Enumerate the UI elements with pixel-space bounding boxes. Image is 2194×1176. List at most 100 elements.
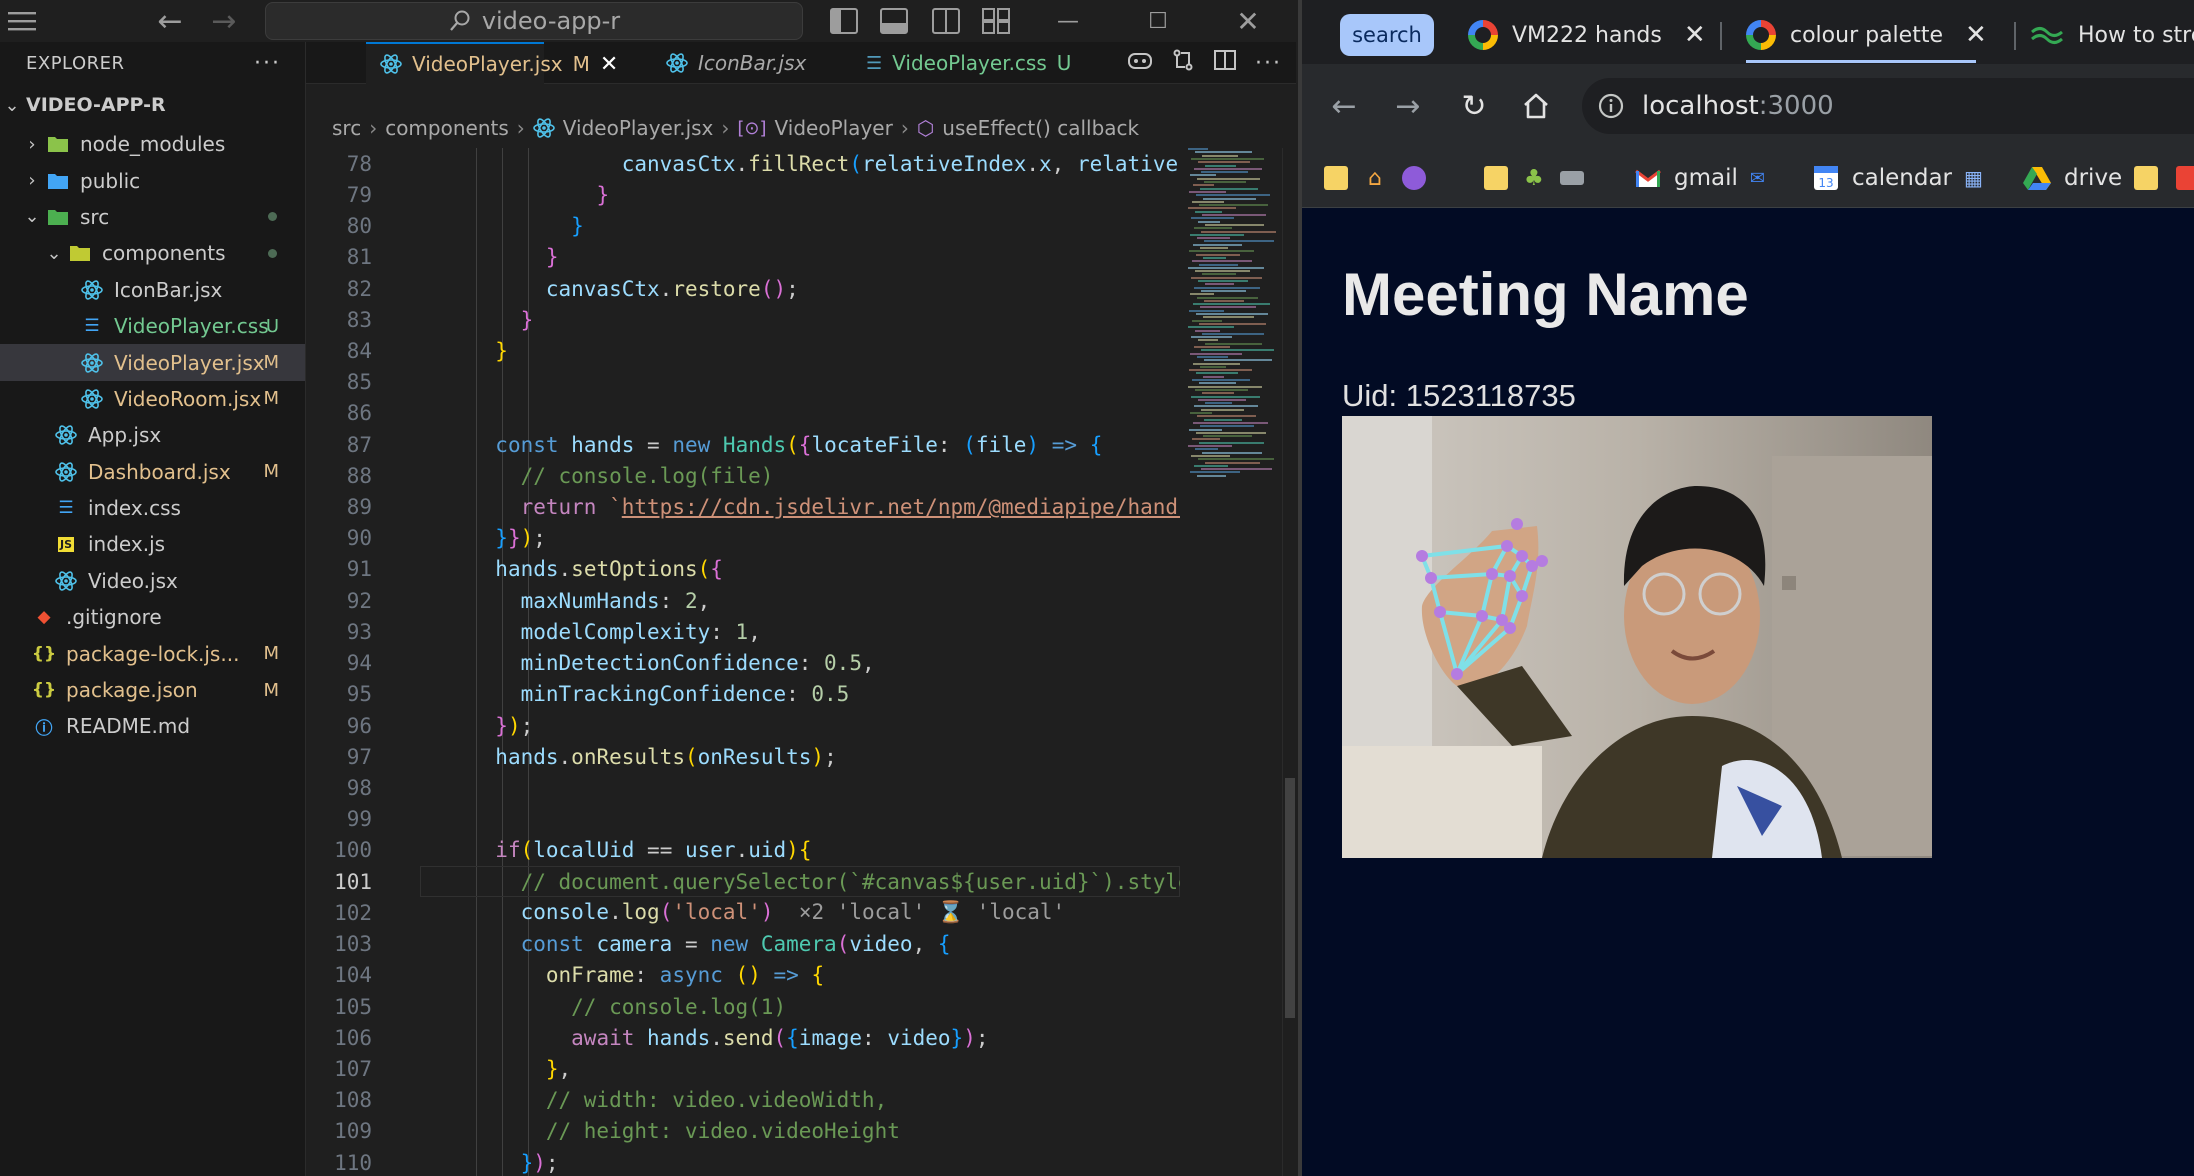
tree-item-components[interactable]: ⌄ components: [0, 235, 305, 271]
back-arrow-icon[interactable]: ←: [150, 4, 190, 39]
tab-videoplayer-jsx[interactable]: VideoPlayer.jsx M ✕: [366, 42, 618, 84]
compare-changes-icon[interactable]: [1171, 48, 1195, 78]
forward-arrow-icon[interactable]: →: [204, 4, 244, 39]
code-text: // console.log(1): [571, 994, 787, 1019]
bookmark-folder-icon[interactable]: [1324, 160, 1348, 196]
root-folder[interactable]: ⌄ VIDEO-APP-R: [0, 84, 305, 126]
tree-item-package-lock-js-[interactable]: {} package-lock.js... M: [0, 635, 305, 671]
menu-icon[interactable]: [2, 4, 42, 38]
toggle-sidebar-icon[interactable]: [824, 4, 864, 38]
code-line: 100 if(localUid == user.uid){: [306, 835, 1180, 866]
tree-item-video-jsx[interactable]: Video.jsx: [0, 563, 305, 599]
line-number: 82: [346, 276, 372, 301]
tree-item-index-js[interactable]: JS index.js: [0, 526, 305, 562]
minimize-icon[interactable]: —: [1038, 0, 1098, 42]
close-tab-icon[interactable]: ✕: [600, 52, 618, 77]
minimap-line: [1201, 171, 1248, 174]
minimap[interactable]: [1182, 148, 1286, 488]
minimap-line: [1192, 438, 1220, 441]
minimap-line: [1200, 306, 1256, 309]
bookmark-plant-icon[interactable]: ♣: [1524, 160, 1544, 196]
tree-item-app-jsx[interactable]: App.jsx: [0, 417, 305, 453]
bookmark-drive[interactable]: drive: [2022, 160, 2159, 196]
code-text: // console.log(file): [520, 463, 774, 488]
tree-item-videoroom-jsx[interactable]: VideoRoom.jsx M: [0, 381, 305, 417]
search-tabs-button[interactable]: search: [1340, 14, 1434, 56]
maximize-icon[interactable]: ☐: [1128, 0, 1188, 42]
split-editor-icon[interactable]: [1213, 48, 1237, 78]
minimap-line: [1189, 309, 1224, 312]
tree-item-iconbar-jsx[interactable]: IconBar.jsx: [0, 272, 305, 308]
command-center[interactable]: video-app-r: [265, 2, 803, 40]
bookmark-tray-icon[interactable]: [1560, 160, 1584, 196]
code-line: 86: [306, 398, 1180, 429]
breadcrumb-file[interactable]: VideoPlayer.jsx: [563, 116, 714, 140]
calendar-icon: 13: [1814, 166, 1838, 190]
forward-arrow-icon[interactable]: →: [1388, 86, 1428, 126]
browser-tab[interactable]: How to stret: [2030, 10, 2194, 60]
breadcrumb-components[interactable]: components: [385, 116, 509, 140]
bookmark-label: drive: [2064, 165, 2123, 191]
toggle-panel-icon[interactable]: [874, 4, 914, 38]
code-line: 104 onFrame: async () => {: [306, 960, 1180, 991]
code-text: }: [596, 182, 610, 207]
minimap-line: [1192, 260, 1252, 263]
toggle-secondary-sidebar-icon[interactable]: [926, 4, 966, 38]
minimap-line: [1202, 332, 1264, 335]
breadcrumb-component[interactable]: VideoPlayer: [775, 116, 893, 140]
home-icon[interactable]: [1516, 86, 1556, 126]
close-tab-icon[interactable]: ✕: [1684, 20, 1706, 50]
editor-scrollbar[interactable]: [1282, 148, 1296, 1176]
tree-item-node-modules[interactable]: › node_modules: [0, 126, 305, 162]
tree-item-package-json[interactable]: {} package.json M: [0, 672, 305, 708]
tree-item-videoplayer-css[interactable]: ☰ VideoPlayer.css U: [0, 308, 305, 344]
tree-item-index-css[interactable]: ☰ index.css: [0, 490, 305, 526]
code-text: }});: [495, 526, 546, 551]
json-icon: {}: [31, 680, 57, 701]
tab-iconbar-jsx[interactable]: IconBar.jsx: [652, 42, 820, 84]
copilot-icon[interactable]: [1127, 49, 1153, 77]
customize-layout-icon[interactable]: [976, 4, 1016, 38]
line-number: 84: [346, 338, 372, 363]
tree-item-public[interactable]: › public: [0, 162, 305, 198]
more-actions-icon[interactable]: ···: [254, 51, 281, 76]
code-line: 107 },: [306, 1053, 1180, 1084]
breadcrumb-callback[interactable]: useEffect() callback: [942, 116, 1139, 140]
tree-item-readme-md[interactable]: ⓘ README.md: [0, 708, 305, 744]
back-arrow-icon[interactable]: ←: [1324, 86, 1364, 126]
line-number: 102: [334, 900, 372, 925]
reload-icon[interactable]: ↻: [1454, 86, 1494, 126]
drive-icon: [2023, 167, 2051, 190]
code-text: modelComplexity: 1,: [520, 619, 761, 644]
line-number: 91: [346, 557, 372, 582]
address-bar[interactable]: localhost:3000: [1582, 78, 2194, 134]
minimap-line: [1200, 187, 1258, 190]
close-window-icon[interactable]: ✕: [1218, 0, 1278, 42]
code-line: 81 }: [306, 242, 1180, 273]
browser-tab-active[interactable]: colour palette ✕: [1746, 10, 1987, 60]
tab-label: VideoPlayer.css: [892, 51, 1047, 75]
tab-videoplayer-css[interactable]: ☰ VideoPlayer.css U: [852, 42, 1085, 84]
more-actions-icon[interactable]: ···: [1255, 51, 1282, 76]
tree-item-label: node_modules: [80, 132, 226, 157]
code-editor[interactable]: 78 canvasCtx.fillRect(relativeIndex.x, r…: [306, 148, 1180, 1176]
symbol-icon: [⊙]: [737, 117, 767, 139]
browser-tab-strip: search VM222 hands ✕ colour palette ✕ Ho…: [1302, 0, 2194, 64]
tree-item-dashboard-jsx[interactable]: Dashboard.jsx M: [0, 454, 305, 490]
close-tab-icon[interactable]: ✕: [1965, 20, 1987, 50]
bookmark-gmail[interactable]: gmail ✉: [1634, 160, 1765, 196]
tree-item-videoplayer-jsx[interactable]: VideoPlayer.jsx M: [0, 344, 305, 381]
breadcrumb-src[interactable]: src: [332, 116, 361, 140]
tree-item--gitignore[interactable]: ◆ .gitignore: [0, 599, 305, 635]
bookmark-home-icon[interactable]: ⌂: [1368, 160, 1382, 196]
minimap-line: [1197, 355, 1228, 358]
bookmark-circle-icon[interactable]: [1402, 160, 1426, 196]
bookmark-note-icon[interactable]: [1484, 160, 1508, 196]
tree-item-src[interactable]: ⌄ src: [0, 199, 305, 235]
scrollbar-thumb[interactable]: [1285, 778, 1295, 1018]
browser-tab[interactable]: VM222 hands ✕: [1468, 10, 1706, 60]
minimap-line: [1203, 197, 1256, 200]
bookmark-overflow-icon[interactable]: [2176, 160, 2194, 196]
bookmark-calendar[interactable]: 13 calendar ▦: [1812, 160, 1983, 196]
minimap-line: [1193, 362, 1240, 365]
